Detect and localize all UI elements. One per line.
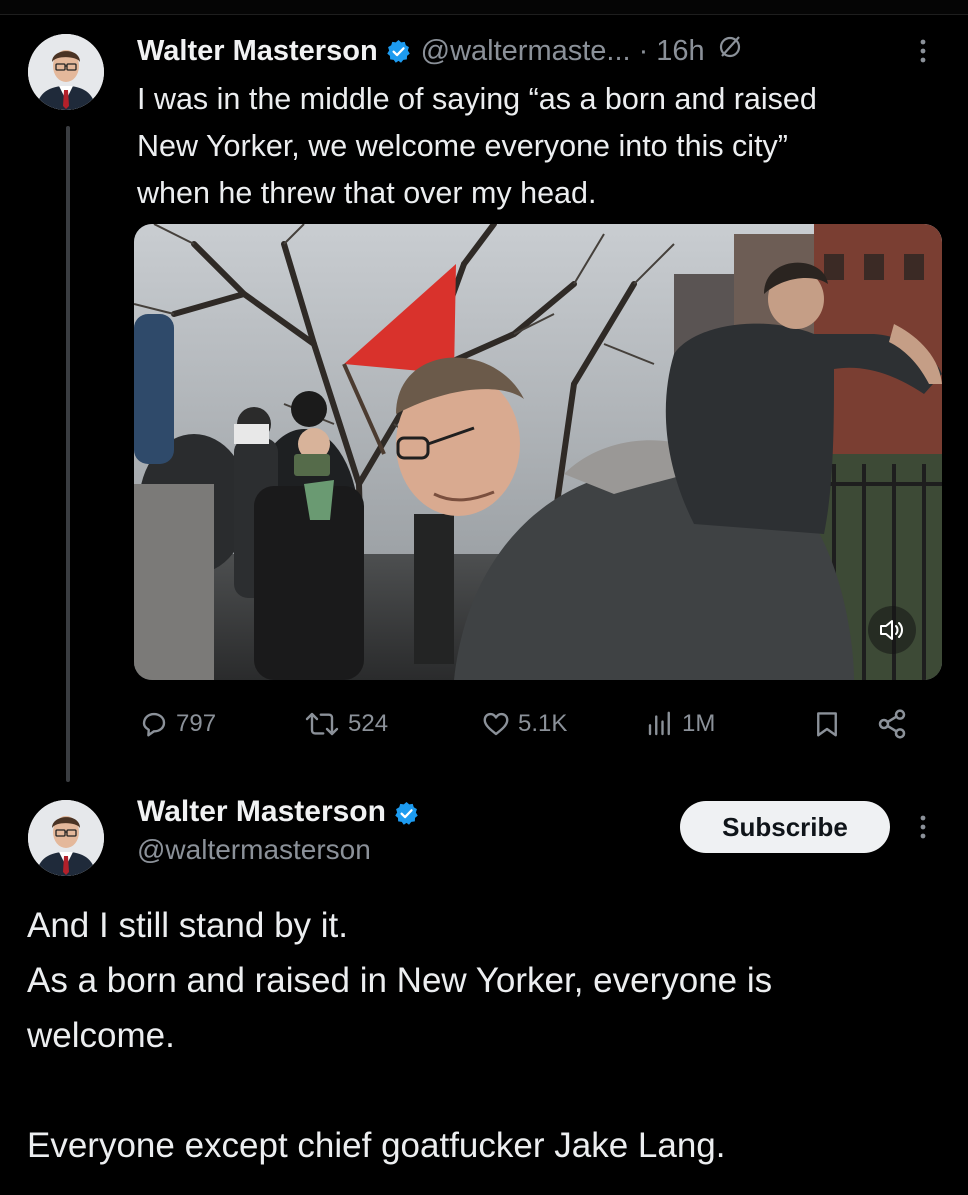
tweet-text-line: welcome. [27,1016,175,1055]
verified-badge-icon [394,800,419,825]
tweet-text: I was in the middle of saying “as a born… [137,76,937,217]
reply-count: 797 [176,710,217,737]
timestamp[interactable]: 16h [656,35,704,68]
like-count: 5.1K [518,710,568,737]
video-frame [134,224,942,680]
author-name[interactable]: Walter Masterson [137,795,386,829]
tweet-video[interactable] [134,224,942,680]
author-avatar[interactable] [28,34,104,110]
verified-badge-icon [386,39,411,64]
speaker-muted-icon [880,620,903,640]
repost-count: 524 [348,710,389,737]
tweet-header: Walter Masterson @waltermaste... · 16h [137,30,743,72]
bookmark-button[interactable] [812,704,848,744]
share-icon [878,709,906,739]
top-divider [0,0,968,15]
repost-button[interactable]: 524 [302,704,388,744]
author-handle[interactable]: @waltermasterson [137,834,371,866]
author-avatar[interactable] [28,800,104,876]
tweet-text-line: I was in the middle of saying “as a born… [137,82,817,116]
tweet-header: Walter Masterson [137,792,429,832]
heart-icon [483,712,509,736]
tweet-text-line: As a born and raised in New Yorker, ever… [27,961,773,1000]
subscribe-button[interactable]: Subscribe [680,801,890,853]
tweet-actions: 797 524 5.1K 1M [0,704,968,744]
view-count: 1M [682,710,716,737]
tweet-text-line: when he threw that over my head. [137,176,597,210]
tweet-text-line: Everyone except chief goatfucker Jake La… [27,1126,726,1165]
more-options-icon[interactable] [914,812,932,842]
reply-button[interactable]: 797 [138,704,216,744]
header-separator: · [638,34,649,67]
share-button[interactable] [876,704,914,744]
more-options-icon[interactable] [914,36,932,66]
tweet-text: And I still stand by it. As a born and r… [27,898,947,1173]
like-button[interactable]: 5.1K [480,704,567,744]
thread-connector [66,126,70,782]
volume-button[interactable] [868,606,916,654]
bookmark-icon [817,712,837,737]
author-handle[interactable]: @waltermaste... [421,35,631,68]
views-button[interactable]: 1M [644,704,715,744]
analytics-icon [648,711,670,736]
author-name[interactable]: Walter Masterson [137,35,378,68]
tweet-text-line: And I still stand by it. [27,906,348,945]
repost-icon [305,712,339,736]
circle-slash-icon [717,34,743,68]
tweet-text-line: New Yorker, we welcome everyone into thi… [137,129,788,163]
reply-icon [142,712,166,737]
